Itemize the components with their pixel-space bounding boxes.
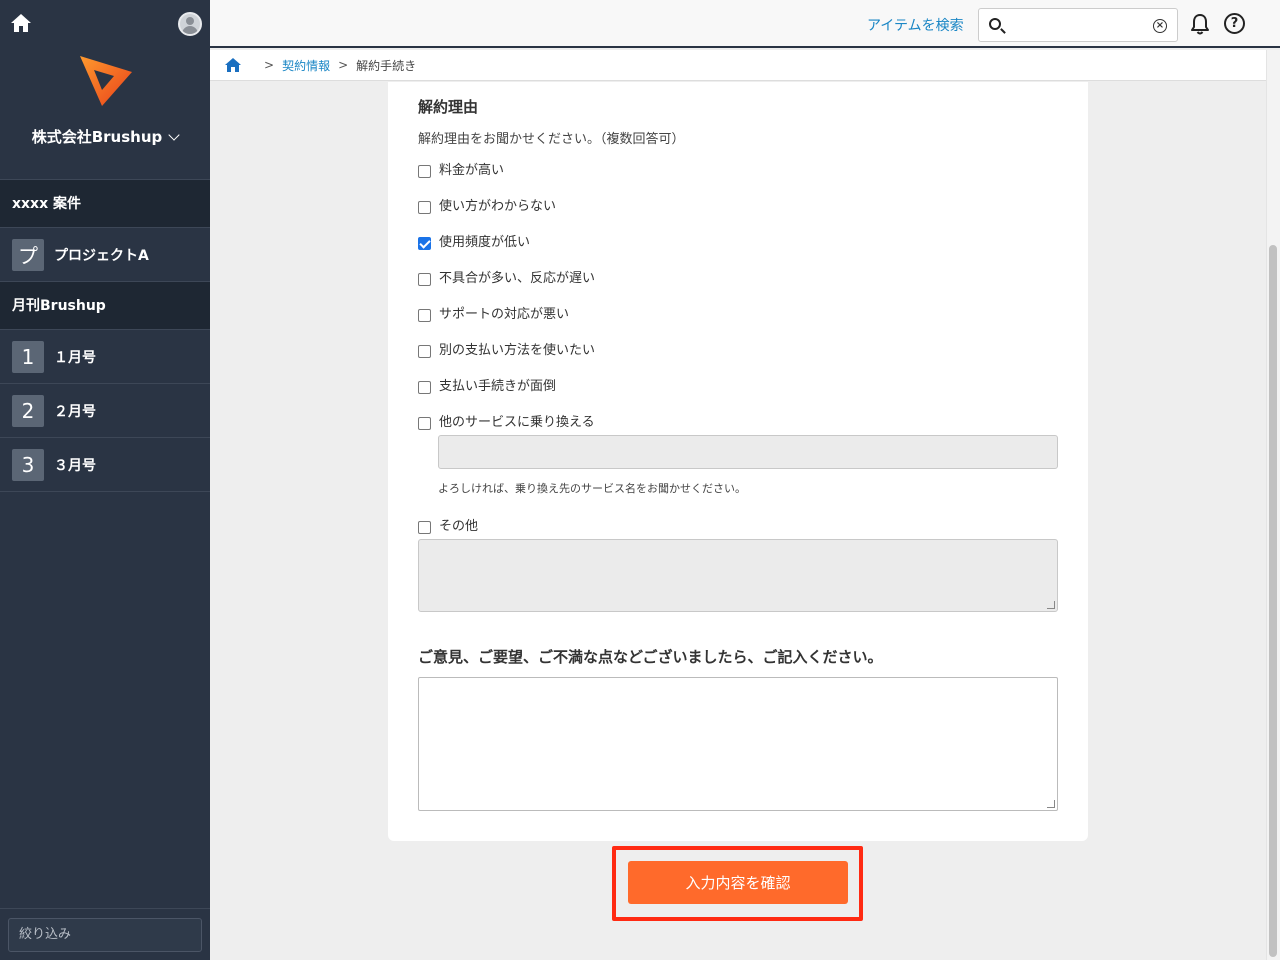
section-title: 解約理由 <box>418 98 479 116</box>
option-label: 不具合が多い、反応が遅い <box>439 270 596 286</box>
company-switcher[interactable]: 株式会社Brushup <box>0 126 210 147</box>
option-price-high[interactable]: 料金が高い <box>418 158 504 178</box>
help-icon[interactable]: ? <box>1224 13 1245 34</box>
sidebar-item-label: １月号 <box>54 349 96 366</box>
option-bugs-slow[interactable]: 不具合が多い、反応が遅い <box>418 266 595 286</box>
option-label: 別の支払い方法を使いたい <box>439 342 596 358</box>
option-label: 料金が高い <box>439 162 505 178</box>
breadcrumb-current: 解約手続き <box>356 58 417 73</box>
item-search-link[interactable]: アイテムを検索 <box>867 15 964 35</box>
option-low-usage[interactable]: 使用頻度が低い <box>418 230 530 250</box>
confirm-button[interactable]: 入力内容を確認 <box>628 861 848 904</box>
option-label: 支払い手続きが面倒 <box>439 378 557 394</box>
company-name: 株式会社Brushup <box>31 128 163 146</box>
checkbox[interactable] <box>418 380 431 394</box>
feedback-textarea[interactable] <box>418 677 1058 811</box>
section-subtitle: 解約理由をお聞かせください。（複数回答可） <box>418 132 685 147</box>
resize-handle-icon[interactable] <box>1047 800 1055 808</box>
breadcrumb-separator: > <box>338 58 349 72</box>
resize-handle-icon[interactable] <box>1047 601 1055 609</box>
top-bar: アイテムを検索 × ? <box>210 0 1280 48</box>
option-other-payment[interactable]: 別の支払い方法を使いたい <box>418 338 595 358</box>
sidebar-item-march[interactable]: 3 ３月号 <box>0 438 210 492</box>
bell-icon[interactable] <box>1190 13 1210 35</box>
option-label: その他 <box>439 518 479 534</box>
sidebar-group-project: xxxx 案件 <box>0 180 210 228</box>
sidebar-item-label: ２月号 <box>54 403 96 420</box>
search-input[interactable]: × <box>978 8 1178 42</box>
option-label: 使用頻度が低い <box>439 234 531 250</box>
sidebar-item-february[interactable]: 2 ２月号 <box>0 384 210 438</box>
clear-icon[interactable]: × <box>1153 19 1167 33</box>
option-other[interactable]: その他 <box>418 514 478 534</box>
scrollbar-thumb[interactable] <box>1269 245 1277 957</box>
sidebar-header: 株式会社Brushup <box>0 0 210 180</box>
brushup-logo-icon <box>80 56 132 106</box>
checkbox[interactable] <box>418 344 431 358</box>
project-badge: 3 <box>12 448 44 481</box>
chevron-down-icon <box>168 129 180 141</box>
breadcrumb-contract-info[interactable]: 契約情報 <box>282 57 330 74</box>
sidebar: 株式会社Brushup xxxx 案件 プ プロジェクトA 月刊Brushup … <box>0 0 210 960</box>
sidebar-group-monthly: 月刊Brushup <box>0 282 210 330</box>
switch-service-input[interactable] <box>438 435 1058 469</box>
checkbox[interactable] <box>418 308 431 322</box>
checkbox[interactable] <box>418 164 431 178</box>
sidebar-item-january[interactable]: 1 １月号 <box>0 330 210 384</box>
feedback-title: ご意見、ご要望、ご不満な点などございましたら、ご記入ください。 <box>418 648 883 666</box>
option-hard-to-use[interactable]: 使い方がわからない <box>418 194 556 214</box>
project-badge: 2 <box>12 394 44 427</box>
option-label: 使い方がわからない <box>439 198 557 214</box>
filter-input[interactable]: 絞り込み <box>8 918 202 952</box>
project-badge: プ <box>12 238 44 271</box>
other-reason-textarea[interactable] <box>418 539 1058 612</box>
sidebar-item-label: プロジェクトA <box>54 247 149 264</box>
search-icon <box>989 18 1001 30</box>
switch-service-hint: よろしければ、乗り換え先のサービス名をお聞かせください。 <box>438 482 746 495</box>
sidebar-item-project-a[interactable]: プ プロジェクトA <box>0 228 210 282</box>
option-switch-service[interactable]: 他のサービスに乗り換える <box>418 410 595 430</box>
home-icon[interactable] <box>10 12 32 34</box>
checkbox[interactable] <box>418 272 431 286</box>
option-label: 他のサービスに乗り換える <box>439 414 595 430</box>
checkbox[interactable] <box>418 416 431 430</box>
avatar[interactable] <box>178 12 202 36</box>
cancellation-form: 解約理由 解約理由をお聞かせください。（複数回答可） 料金が高い 使い方がわから… <box>388 82 1088 841</box>
option-payment-hassle[interactable]: 支払い手続きが面倒 <box>418 374 556 394</box>
option-label: サポートの対応が悪い <box>439 306 570 322</box>
project-badge: 1 <box>12 340 44 373</box>
sidebar-item-label: ３月号 <box>54 457 96 474</box>
divider <box>0 908 210 909</box>
option-bad-support[interactable]: サポートの対応が悪い <box>418 302 569 322</box>
checkbox[interactable] <box>418 200 431 214</box>
checkbox-checked[interactable] <box>418 236 431 250</box>
breadcrumb: > 契約情報 > 解約手続き <box>210 50 1266 81</box>
checkbox[interactable] <box>418 520 431 534</box>
breadcrumb-separator: > <box>264 58 275 72</box>
home-icon[interactable] <box>224 57 242 73</box>
